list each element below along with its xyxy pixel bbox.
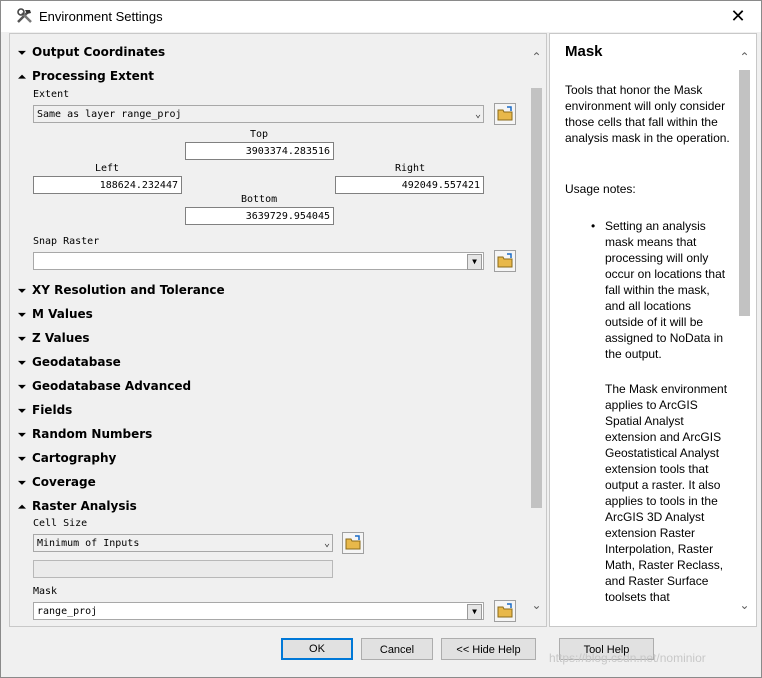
- window-title: Environment Settings: [39, 9, 163, 24]
- section-label: Raster Analysis: [32, 499, 137, 513]
- mask-browse-button[interactable]: [494, 600, 516, 622]
- section-label: Processing Extent: [32, 69, 155, 83]
- dropdown-arrow-icon: ▼: [467, 254, 482, 270]
- expand-chevron-icon: ⏷: [18, 430, 26, 441]
- section-label: Coverage: [32, 475, 96, 489]
- mask-label: Mask: [33, 586, 58, 597]
- watermark: https://blog.csdn.net/nominior: [549, 651, 706, 665]
- close-button[interactable]: ✕: [715, 1, 761, 32]
- top-field[interactable]: 3903374.283516: [185, 142, 334, 160]
- scroll-down-icon[interactable]: ⌄: [738, 599, 751, 611]
- help-scroll-thumb[interactable]: [739, 70, 750, 316]
- help-bullet: Setting an analysis mask means that proc…: [605, 219, 726, 361]
- extent-dropdown[interactable]: Same as layer range_proj ⌄: [33, 105, 484, 123]
- expand-chevron-icon: ⏷: [18, 406, 26, 417]
- expand-chevron-icon: ⏷: [18, 310, 26, 321]
- section-label: Random Numbers: [32, 427, 153, 441]
- cell-size-value-field: [33, 560, 333, 578]
- top-label: Top: [250, 129, 269, 140]
- section-output-coordinates[interactable]: ⏷ Output Coordinates: [18, 45, 165, 59]
- section-coverage[interactable]: ⏷ Coverage: [18, 475, 96, 489]
- expand-chevron-icon: ⏷: [18, 358, 26, 369]
- bottom-label: Bottom: [241, 194, 278, 205]
- expand-chevron-icon: ⏷: [18, 382, 26, 393]
- settings-pane[interactable]: ⏷ Output Coordinates ⏶ Processing Extent E…: [9, 33, 547, 627]
- extent-label: Extent: [33, 89, 70, 100]
- snap-raster-label: Snap Raster: [33, 236, 100, 247]
- mask-value: range_proj: [37, 606, 98, 617]
- scroll-up-icon[interactable]: ⌃: [738, 51, 751, 63]
- section-m-values[interactable]: ⏷ M Values: [18, 307, 93, 321]
- settings-scrollbar[interactable]: ⌃ ⌄: [528, 34, 545, 626]
- section-geodatabase-advanced[interactable]: ⏷ Geodatabase Advanced: [18, 379, 191, 393]
- help-intro: Tools that honor the Mask environment wi…: [565, 83, 730, 145]
- expand-chevron-icon: ⏷: [18, 48, 26, 59]
- section-cartography[interactable]: ⏷ Cartography: [18, 451, 116, 465]
- left-label: Left: [95, 163, 120, 174]
- title-bar: Environment Settings ✕: [1, 1, 761, 32]
- section-label: Geodatabase: [32, 355, 121, 369]
- cell-size-value: Minimum of Inputs: [37, 538, 140, 549]
- help-pane: Mask Tools that honor the Mask environme…: [549, 33, 757, 627]
- dialog-window: Environment Settings ✕ ⏷ Output Coordinat…: [0, 0, 762, 678]
- section-fields[interactable]: ⏷ Fields: [18, 403, 72, 417]
- scroll-up-icon[interactable]: ⌃: [530, 51, 543, 63]
- section-processing-extent[interactable]: ⏶ Processing Extent: [18, 69, 154, 83]
- hammer-wrench-icon: [17, 8, 32, 23]
- collapse-chevron-icon: ⏶: [18, 72, 26, 83]
- expand-chevron-icon: ⏷: [18, 334, 26, 345]
- dropdown-arrow-icon: ▼: [467, 604, 482, 620]
- snap-raster-dropdown[interactable]: ▼: [33, 252, 484, 270]
- section-label: Cartography: [32, 451, 117, 465]
- expand-chevron-icon: ⏷: [18, 454, 26, 465]
- help-paragraph: The Mask environment applies to ArcGIS S…: [605, 382, 728, 604]
- bullet-icon: •: [591, 219, 596, 233]
- cell-size-browse-button[interactable]: [342, 532, 364, 554]
- section-label: Fields: [32, 403, 73, 417]
- mask-dropdown[interactable]: range_proj ▼: [33, 602, 484, 620]
- section-xy-resolution[interactable]: ⏷ XY Resolution and Tolerance: [18, 283, 225, 297]
- expand-chevron-icon: ⏷: [18, 478, 26, 489]
- folder-icon: [497, 603, 513, 618]
- left-field[interactable]: 188624.232447: [33, 176, 182, 194]
- right-label: Right: [395, 163, 426, 174]
- expand-chevron-icon: ⏷: [18, 286, 26, 297]
- hide-help-button[interactable]: << Hide Help: [441, 638, 536, 660]
- folder-icon: [497, 253, 513, 268]
- dropdown-arrow-icon: ⌄: [323, 538, 330, 549]
- right-field[interactable]: 492049.557421: [335, 176, 484, 194]
- cell-size-dropdown[interactable]: Minimum of Inputs ⌄: [33, 534, 333, 552]
- section-label: Z Values: [32, 331, 90, 345]
- collapse-chevron-icon: ⏶: [18, 502, 26, 513]
- extent-value: Same as layer range_proj: [37, 109, 182, 120]
- ok-button[interactable]: OK: [281, 638, 353, 660]
- scroll-thumb[interactable]: [531, 88, 542, 508]
- section-geodatabase[interactable]: ⏷ Geodatabase: [18, 355, 121, 369]
- help-scrollbar[interactable]: ⌃ ⌄: [736, 34, 753, 626]
- cancel-button[interactable]: Cancel: [361, 638, 433, 660]
- dropdown-arrow-icon: ⌄: [474, 109, 481, 120]
- section-random-numbers[interactable]: ⏷ Random Numbers: [18, 427, 152, 441]
- bottom-field[interactable]: 3639729.954045: [185, 207, 334, 225]
- section-label: Geodatabase Advanced: [32, 379, 192, 393]
- snap-raster-browse-button[interactable]: [494, 250, 516, 272]
- section-label: Output Coordinates: [32, 45, 166, 59]
- section-raster-analysis[interactable]: ⏶ Raster Analysis: [18, 499, 137, 513]
- folder-icon: [497, 106, 513, 121]
- section-label: M Values: [32, 307, 93, 321]
- extent-browse-button[interactable]: [494, 103, 516, 125]
- help-usage-heading: Usage notes:: [565, 182, 636, 196]
- scroll-down-icon[interactable]: ⌄: [530, 599, 543, 611]
- section-z-values[interactable]: ⏷ Z Values: [18, 331, 90, 345]
- section-label: XY Resolution and Tolerance: [32, 283, 225, 297]
- help-title: Mask: [565, 43, 603, 60]
- cell-size-label: Cell Size: [33, 518, 88, 529]
- folder-icon: [345, 535, 361, 550]
